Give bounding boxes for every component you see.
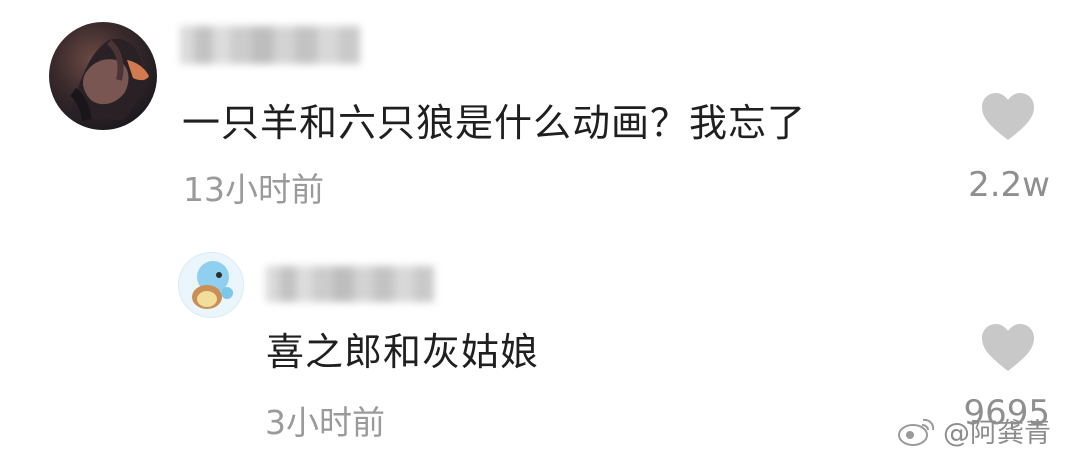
watermark-text: @阿龚青 <box>943 418 1051 449</box>
watermark: @阿龚青 <box>895 411 1051 450</box>
reply-time: 3小时前 <box>265 403 385 442</box>
heart-icon[interactable] <box>980 92 1036 142</box>
avatar[interactable] <box>49 22 157 130</box>
weibo-icon <box>898 418 935 446</box>
heart-icon[interactable] <box>980 323 1036 373</box>
username-blurred[interactable] <box>180 26 360 64</box>
avatar-image <box>192 261 233 309</box>
comment-time: 13小时前 <box>183 170 324 209</box>
reply-text: 喜之郎和灰姑娘 <box>266 330 540 374</box>
avatar-image <box>69 38 149 121</box>
like-count: 2.2w <box>968 165 1050 205</box>
comment-text: 一只羊和六只狼是什么动画？我忘了 <box>182 101 807 145</box>
username-blurred[interactable] <box>266 266 434 302</box>
avatar[interactable] <box>178 252 244 318</box>
